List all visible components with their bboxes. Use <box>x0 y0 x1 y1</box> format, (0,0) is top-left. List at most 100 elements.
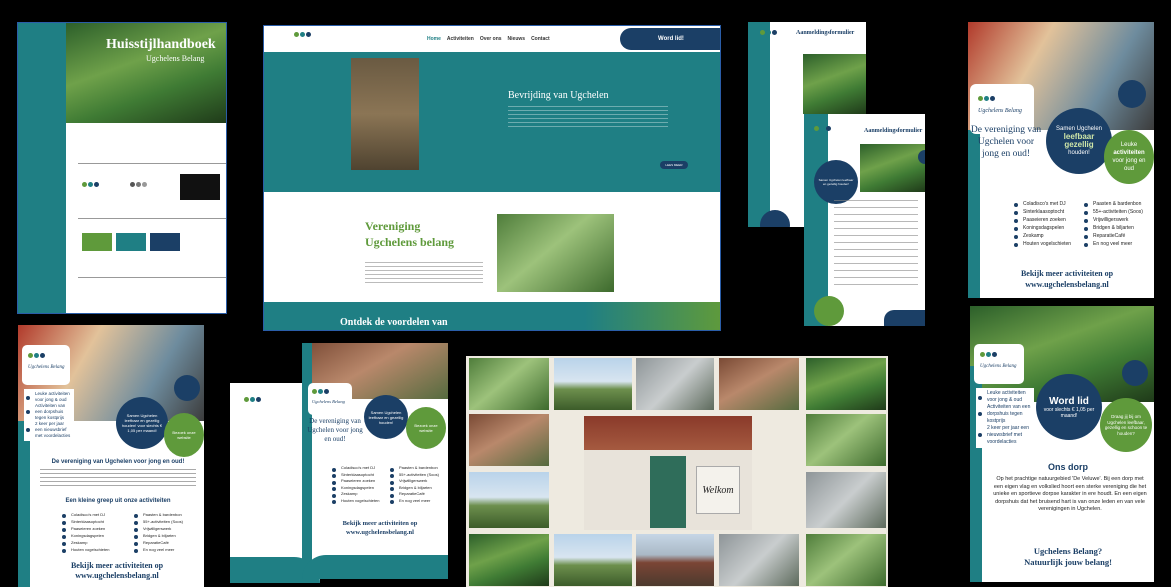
leaflet-bubble-green-text: Bezoek onze website <box>414 423 438 433</box>
activity-item: Koningsdagspelen <box>62 532 109 539</box>
leaflet-bubble-dark-text: Samen Ugchelen leefbaar en gezellig houd… <box>368 409 404 425</box>
poster-left-bottom: Ugchelens Belang Leuke activiteiten voor… <box>18 325 204 587</box>
poster-lb-logo-box: Ugchelens Belang <box>22 345 70 385</box>
poster-rb-footer-line1: Ugchelens Belang? <box>1033 546 1103 556</box>
form-front-green-bubble <box>814 296 844 326</box>
gallery-photo <box>719 358 799 410</box>
leaflet-footer-line1: Bekijk meer activiteiten op <box>342 520 418 527</box>
activity-item: En nog veel meer <box>134 546 183 553</box>
hero-title: Bevrijding van Ugchelen <box>508 90 609 101</box>
poster-lb-activities-right: Paasten & bardenbon 55+-activiteiten (So… <box>134 511 183 553</box>
poster-rt-bubble-green-end: voor jong en oud <box>1112 158 1146 172</box>
footer-title: Ontdek de voordelen van <box>340 317 448 328</box>
activity-item: Vrijwilligerswerk <box>134 525 183 532</box>
poster-rt-bubble-green-bold: activiteiten <box>1113 150 1145 156</box>
poster-rb-logo <box>980 352 997 357</box>
poster-rt-bubble-dark-end: houden! <box>1068 150 1090 156</box>
gallery-photo <box>469 472 549 528</box>
poster-rt-footer-line1: Bekijk meer activiteiten op <box>1020 269 1114 278</box>
swatch-navy <box>150 233 180 251</box>
form-back-title: Aanmeldingsformulier <box>796 30 855 36</box>
activity-item: Bridgen & biljarten <box>134 532 183 539</box>
form-front-photo <box>860 144 925 192</box>
poster-rt-footer-line2: www.ugchelensbelang.nl <box>1025 280 1109 289</box>
nav-contact[interactable]: Contact <box>531 36 550 42</box>
word-lid-button[interactable]: Word lid! <box>620 28 720 50</box>
form-front-footer <box>884 310 925 326</box>
poster-rb-word-lid-bubble: Word lid voor slechts € 1,05 per maand! <box>1036 374 1102 440</box>
poster-lb-footer-line1: Bekijk meer activiteiten op <box>70 561 164 570</box>
swatch-teal <box>116 233 146 251</box>
activity-item: Koningsdagspelen <box>1014 224 1071 232</box>
handbook-title: Huisstijlhandboek <box>106 37 216 52</box>
site-logo[interactable] <box>294 32 311 37</box>
leaflet-bubble-green: Bezoek onze website <box>406 407 446 449</box>
gallery-sign-text: Welkom <box>702 484 734 496</box>
poster-rt-headline: De vereniging van Ugchelen voor jong en … <box>970 125 1042 159</box>
benefit-item: 2 keer per jaar een nieuwsbrief met voor… <box>26 421 72 439</box>
poster-rb-section-title: Ons dorp <box>1048 462 1088 472</box>
poster-right-bottom: Ugchelens Belang Leuke activiteiten voor… <box>970 306 1154 582</box>
activity-item: En nog veel meer <box>1084 240 1143 248</box>
poster-rt-bubble-green: Leuke activiteiten voor jong en oud <box>1104 130 1154 184</box>
benefit-item: Leuke activiteiten voor jong & oud <box>26 391 72 403</box>
section-text-lines <box>365 262 483 286</box>
leaflet-activities-right: Paasten & bardenbon 55+-activiteiten (So… <box>390 465 439 504</box>
hero-read-more-button[interactable]: LEES MEER <box>660 161 688 169</box>
poster-lb-bullets: Leuke activiteiten voor jong & oud Activ… <box>24 389 74 441</box>
form-front-circle <box>918 150 925 164</box>
form-front-logo <box>814 126 831 131</box>
hero-photo-uniform <box>351 58 419 170</box>
poster-rb-bullets: Leuke activiteiten voor jong & oud Activ… <box>976 388 1034 448</box>
activity-item: Bridgen & biljarten <box>1084 224 1143 232</box>
poster-rt-circle <box>1118 80 1146 108</box>
activity-item: Paasten & bardenbon <box>1084 200 1143 208</box>
gallery-photo <box>806 358 886 410</box>
activity-item: Paasten & bardenbon <box>134 511 183 518</box>
poster-lb-circle <box>174 375 200 401</box>
poster-rb-footer-line2: Natuurlijk jouw belang! <box>1024 557 1112 567</box>
poster-lb-bubble-green: Bezoek onze website <box>164 413 204 457</box>
gallery-door <box>650 456 686 528</box>
poster-lb-bubble-green-text: Bezoek onze website <box>172 430 196 440</box>
poster-rb-logo-text: Ugchelens Belang <box>980 364 1017 369</box>
form-front-title: Aanmeldingsformulier <box>864 128 923 134</box>
activity-item: Zeskamp <box>62 539 109 546</box>
handbook-logo-section <box>78 163 226 203</box>
activity-item: Coladisco's met DJ <box>1014 200 1071 208</box>
gallery-photo <box>636 358 714 410</box>
nav-home[interactable]: Home <box>427 36 441 42</box>
leaflet-front: Ugchelens Belang De vereniging van Ugche… <box>302 343 448 579</box>
poster-lb-footer-line2: www.ugchelensbelang.nl <box>75 571 159 580</box>
gallery-photo <box>806 414 886 466</box>
form-back-logo <box>760 30 777 35</box>
activity-item: Sinterklaasoptocht <box>62 518 109 525</box>
section-title: Vereniging Ugchelens belang <box>365 218 454 250</box>
poster-rb-logo-box: Ugchelens Belang <box>974 344 1024 384</box>
activity-item: Vrijwilligerswerk <box>1084 216 1143 224</box>
poster-right-top: Ugchelens Belang De vereniging van Ugche… <box>968 22 1154 298</box>
gallery-sign: Welkom <box>696 466 740 514</box>
activity-item: Zeskamp <box>1014 232 1071 240</box>
activity-item: 55+-activiteiten (Soos) <box>1084 208 1143 216</box>
gallery-photo <box>806 534 886 586</box>
poster-rb-circle <box>1122 360 1148 386</box>
leaflet-band <box>302 343 312 579</box>
poster-lb-footer: Bekijk meer activiteiten op www.ugchelen… <box>30 561 204 581</box>
nav-nieuws[interactable]: Nieuws <box>508 36 526 42</box>
poster-rt-bubble-dark-bold2: gezellig <box>1064 140 1094 149</box>
poster-rb-word-lid-sub: voor slechts € 1,05 per maand! <box>1043 406 1095 419</box>
color-swatches <box>78 218 226 263</box>
typography-section <box>78 277 226 311</box>
nav-over-ons[interactable]: Over ons <box>480 36 502 42</box>
word-lid-label: Word lid! <box>658 36 684 42</box>
poster-rb-word-lid: Word lid <box>1049 395 1089 407</box>
poster-rt-footer: Bekijk meer activiteiten op www.ugchelen… <box>980 268 1154 290</box>
form-back-photo <box>803 54 866 114</box>
gallery-center-photo: Welkom <box>584 416 752 530</box>
poster-rb-footer: Ugchelens Belang? Natuurlijk jouw belang… <box>982 546 1154 568</box>
activity-item: 55+-activiteiten (Soos) <box>134 518 183 525</box>
activity-item: Paaseieren zoeken <box>1014 216 1071 224</box>
handbook-panel: Huisstijlhandboek Ugchelens Belang <box>17 22 227 314</box>
nav-activiteiten[interactable]: Activiteiten <box>447 36 474 42</box>
